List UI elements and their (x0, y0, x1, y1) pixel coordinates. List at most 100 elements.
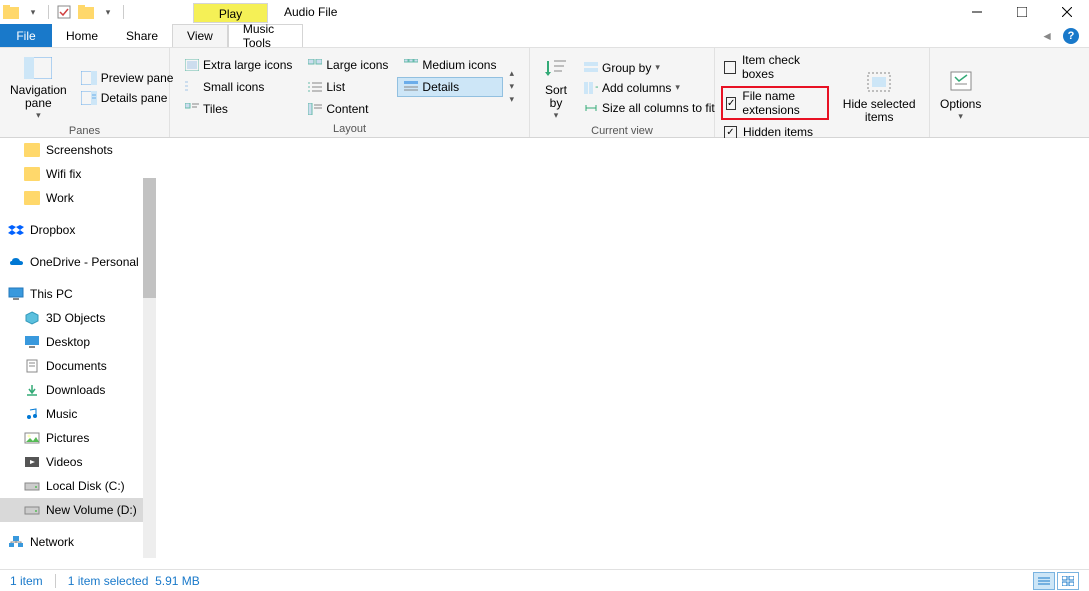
chevron-down-icon: ▾ (36, 110, 41, 121)
statusbar: 1 item 1 item selected 5.91 MB (0, 569, 1089, 591)
layout-list[interactable]: List (301, 77, 395, 97)
layout-details[interactable]: Details (397, 77, 503, 97)
tree-item-label: This PC (30, 287, 73, 301)
ribbon-group-options: Options ▾ (930, 48, 990, 137)
preview-pane-label: Preview pane (101, 71, 174, 85)
status-selected: 1 item selected 5.91 MB (68, 574, 200, 588)
tree-item-label: Dropbox (30, 223, 75, 237)
ribbon-group-panes: Navigation pane ▾ Preview pane Details p… (0, 48, 170, 137)
view-large-toggle[interactable] (1057, 572, 1079, 590)
group-label-layout: Layout (176, 121, 523, 137)
file-view[interactable] (156, 138, 1089, 583)
divider (55, 574, 56, 588)
menubar: File Home Share View Music Tools ◄ ? (0, 24, 1089, 48)
ribbon-group-current-view: Sort by ▾ Group by▾ +Add columns▾ Size a… (530, 48, 715, 137)
navigation-tree[interactable]: Screenshots Wifi fix Work Dropbox OneDrive -… (0, 138, 156, 583)
tree-item-documents[interactable]: Documents (0, 354, 156, 378)
layout-medium[interactable]: Medium icons (397, 55, 503, 75)
tab-music-tools[interactable]: Music Tools (228, 24, 303, 47)
help-button[interactable]: ? (1063, 28, 1079, 44)
tree-item-onedrive-personal[interactable]: OneDrive - Personal (0, 250, 156, 274)
qa-dropdown-icon[interactable]: ▾ (99, 3, 117, 21)
layout-tiles[interactable]: Tiles (178, 99, 299, 119)
layout-large[interactable]: Large icons (301, 55, 395, 75)
tree-item-work[interactable]: Work (0, 186, 156, 210)
ribbon: Navigation pane ▾ Preview pane Details p… (0, 48, 1089, 138)
tree-item-label: 3D Objects (46, 311, 105, 325)
layout-scroll-down[interactable]: ▾ (509, 81, 514, 92)
ribbon-group-layout: Extra large icons Large icons Medium ico… (170, 48, 530, 137)
tree-item-label: Local Disk (C:) (46, 479, 125, 493)
tree-item-wifi-fix[interactable]: Wifi fix (0, 162, 156, 186)
tree-item-label: Videos (46, 455, 82, 469)
minimize-button[interactable] (954, 0, 999, 24)
tab-file[interactable]: File (0, 24, 52, 47)
tab-view[interactable]: View (172, 24, 228, 47)
group-label-current-view: Current view (536, 123, 708, 139)
scrollbar-thumb[interactable] (143, 178, 156, 298)
titlebar: ▾ ▾ Play Audio File (0, 0, 1089, 24)
tree-item-videos[interactable]: Videos (0, 450, 156, 474)
tab-home[interactable]: Home (52, 24, 112, 47)
tree-item-desktop[interactable]: Desktop (0, 330, 156, 354)
tree-item-label: New Volume (D:) (46, 503, 137, 517)
tree-item-dropbox[interactable]: Dropbox (0, 218, 156, 242)
layout-extra-large[interactable]: Extra large icons (178, 55, 299, 75)
folder-icon (77, 3, 95, 21)
tree-item-label: Music (46, 407, 77, 421)
tree-item-label: OneDrive - Personal (30, 255, 139, 269)
details-pane-label: Details pane (101, 91, 168, 105)
sort-by-button[interactable]: Sort by ▾ (536, 52, 576, 123)
item-check-boxes-checkbox[interactable]: Item check boxes (721, 52, 829, 82)
tree-item-label: Downloads (46, 383, 105, 397)
tab-share[interactable]: Share (112, 24, 172, 47)
tree-item-local-disk-c-[interactable]: Local Disk (C:) (0, 474, 156, 498)
tree-item-pictures[interactable]: Pictures (0, 426, 156, 450)
layout-content[interactable]: Content (301, 99, 395, 119)
tree-item-label: Network (30, 535, 74, 549)
tree-item-downloads[interactable]: Downloads (0, 378, 156, 402)
tree-item-label: Desktop (46, 335, 90, 349)
group-by-button[interactable]: Group by▾ (580, 60, 719, 76)
add-columns-button[interactable]: +Add columns▾ (580, 80, 719, 96)
divider (48, 5, 49, 19)
check-icon[interactable] (55, 3, 73, 21)
file-name-extensions-checkbox[interactable]: ✓File name extensions (721, 86, 829, 120)
checkbox-checked-icon: ✓ (724, 126, 737, 139)
maximize-button[interactable] (999, 0, 1044, 24)
divider (123, 5, 124, 19)
navigation-pane-button[interactable]: Navigation pane ▾ (6, 52, 71, 123)
ribbon-group-show-hide: Item check boxes ✓File name extensions ✓… (715, 48, 930, 137)
layout-small[interactable]: Small icons (178, 77, 299, 97)
window-title: Audio File (284, 5, 337, 19)
tree-item-this-pc[interactable]: This PC (0, 282, 156, 306)
tree-item-label: Documents (46, 359, 107, 373)
tree-item-3d-objects[interactable]: 3D Objects (0, 306, 156, 330)
layout-scroll-up[interactable]: ▴ (509, 68, 514, 79)
folder-icon (2, 3, 20, 21)
tree-item-label: Pictures (46, 431, 89, 445)
tree-item-screenshots[interactable]: Screenshots (0, 138, 156, 162)
options-button[interactable]: Options ▾ (936, 52, 985, 137)
tree-item-label: Wifi fix (46, 167, 81, 181)
tree-item-label: Screenshots (46, 143, 113, 157)
chevron-down-icon: ▾ (554, 110, 559, 121)
details-pane-button[interactable]: Details pane (77, 90, 178, 106)
chevron-down-icon: ▾ (958, 111, 963, 122)
tree-item-new-volume-d-[interactable]: New Volume (D:) (0, 498, 156, 522)
preview-pane-button[interactable]: Preview pane (77, 70, 178, 86)
svg-text:+: + (595, 82, 598, 94)
tree-item-music[interactable]: Music (0, 402, 156, 426)
qa-customize-icon[interactable]: ▾ (24, 3, 42, 21)
size-columns-button[interactable]: Size all columns to fit (580, 100, 719, 116)
hide-selected-button[interactable]: Hide selected items (835, 52, 923, 140)
group-label-panes: Panes (6, 123, 163, 139)
content-area: Screenshots Wifi fix Work Dropbox OneDrive -… (0, 138, 1089, 583)
context-tab-play[interactable]: Play (193, 3, 268, 23)
ribbon-toggle-icon[interactable]: ◄ (1041, 29, 1053, 43)
close-button[interactable] (1044, 0, 1089, 24)
view-details-toggle[interactable] (1033, 572, 1055, 590)
navigation-pane-label: Navigation pane (10, 84, 67, 110)
tree-item-network[interactable]: Network (0, 530, 156, 554)
layout-expand[interactable]: ▾ (509, 94, 514, 105)
